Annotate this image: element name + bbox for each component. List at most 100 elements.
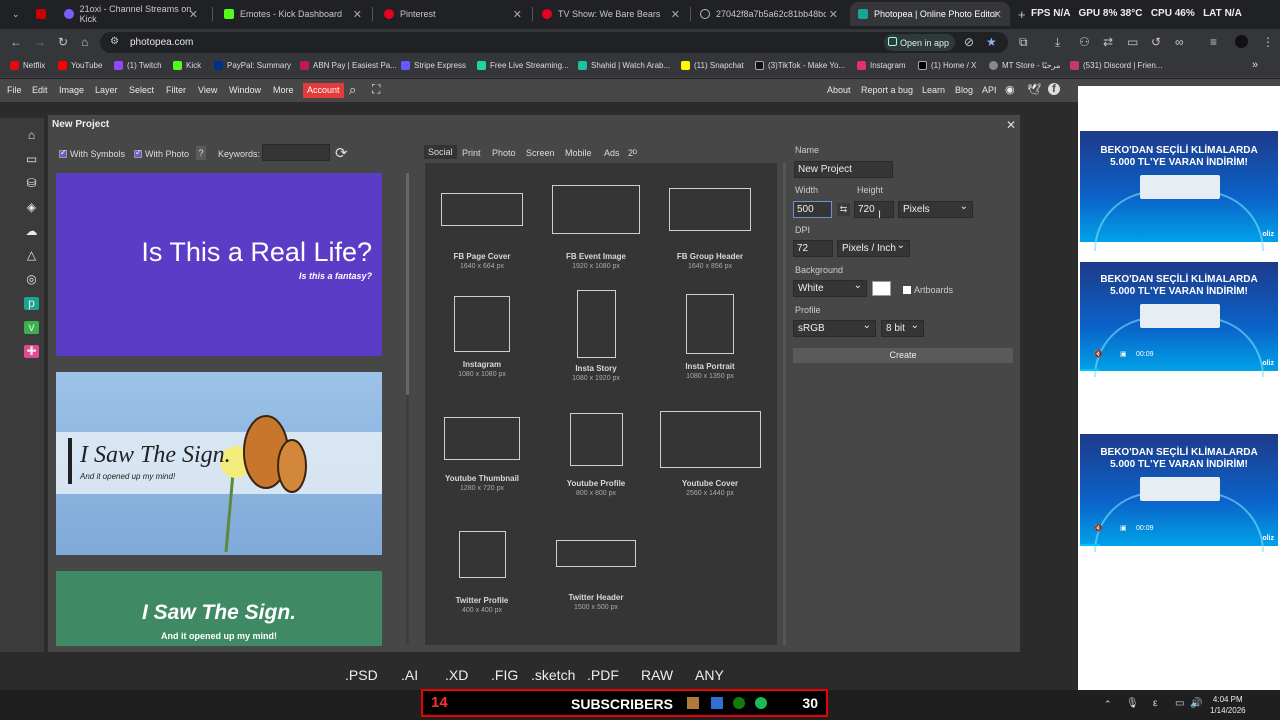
tab-print[interactable]: Print (462, 148, 481, 158)
bookmark-shahid[interactable]: Shahid | Watch Arab... (578, 61, 670, 70)
vectorpea-icon[interactable]: v (24, 321, 39, 334)
template-insta-portrait[interactable]: Insta Portrait 1080 x 1350 px (653, 294, 767, 380)
menu-more[interactable]: More (273, 85, 294, 95)
template-fb-page-cover[interactable]: FB Page Cover 1640 x 664 px (425, 193, 539, 270)
refresh-icon[interactable]: ⟳ (335, 144, 348, 162)
with-photo-checkbox[interactable]: With Photo (134, 148, 189, 159)
reddit-icon[interactable]: ◉ (1005, 83, 1015, 96)
bookmark-twitch[interactable]: (1) Twitch (114, 61, 162, 70)
url-text[interactable]: photopea.com (130, 37, 193, 48)
forward-icon[interactable]: → (34, 35, 46, 49)
bookmark-discord[interactable]: (531) Discord | Frien... (1070, 61, 1162, 70)
tab-mobile[interactable]: Mobile (565, 148, 592, 158)
history-icon[interactable]: ↺ (1151, 35, 1161, 49)
translate-icon[interactable]: ⇄ (1103, 35, 1113, 49)
close-icon[interactable]: ✕ (671, 8, 680, 21)
menu-file[interactable]: File (7, 85, 22, 95)
close-icon[interactable]: ✕ (993, 8, 1002, 21)
extensions-icon[interactable]: ⧉ (1019, 35, 1028, 50)
profile-avatar[interactable] (1235, 35, 1248, 48)
tab-hash[interactable]: 27042f8a7b5a62c81bb48bcd05✕ (692, 2, 846, 26)
tab-ads[interactable]: Ads (604, 148, 620, 158)
microphone-icon[interactable]: 🎙 (1126, 698, 1139, 709)
google-drive-icon[interactable]: △ (24, 249, 39, 262)
close-icon[interactable]: ✕ (513, 8, 522, 21)
tab-social[interactable]: Social (424, 145, 457, 159)
captions-icon[interactable]: ▣ (1120, 350, 1127, 358)
fullscreen-icon[interactable]: ⛶ (372, 82, 380, 97)
tab-2d[interactable]: 2ᴰ (628, 148, 637, 158)
captions-icon[interactable]: ▣ (1120, 524, 1127, 532)
bookmark-abn[interactable]: ABN Pay | Easiest Pa... (300, 61, 397, 70)
template-youtube-thumbnail[interactable]: Youtube Thumbnail 1280 x 720 px (425, 417, 539, 492)
name-input[interactable]: New Project (794, 161, 893, 178)
tab-pinterest[interactable]: Pinterest ✕ (376, 2, 530, 26)
link-icon[interactable]: ∞ (1175, 35, 1184, 49)
bookmark-snapchat[interactable]: (11) Snapchat (681, 61, 744, 70)
bookmark-kick[interactable]: Kick (173, 61, 201, 70)
template-preview-1[interactable]: Is This a Real Life? Is this a fantasy? (56, 173, 382, 356)
close-icon[interactable]: ✕ (353, 8, 362, 21)
artboards-checkbox[interactable]: Artboards (903, 285, 953, 295)
ad-video-3[interactable]: BEKO'DAN SEÇİLİ KLİMALARDA 5.000 TL'YE V… (1080, 434, 1278, 552)
menu-api[interactable]: API (982, 85, 997, 95)
search-icon[interactable]: ⌕ (349, 82, 356, 98)
photopea-icon[interactable]: p (24, 297, 39, 310)
ad-banner-1[interactable]: BEKO'DAN SEÇİLİ KLİMALARDA 5.000 TL'YE V… (1080, 131, 1278, 251)
bit-depth-select[interactable]: 8 bit (881, 318, 924, 337)
network-icon[interactable]: ▭ (1175, 698, 1184, 709)
tab-kick-channel[interactable]: 21oxi - Channel Streams on Kick ✕ (56, 2, 206, 26)
menu-edit[interactable]: Edit (32, 85, 48, 95)
controls-icon[interactable]: ⚇ (1079, 35, 1090, 49)
background-color-swatch[interactable] (872, 281, 891, 296)
home-icon[interactable]: ⌂ (81, 35, 88, 49)
bookmark-paypal[interactable]: PayPal: Summary (214, 61, 291, 70)
back-icon[interactable]: ← (10, 35, 22, 49)
bookmark-netflix[interactable]: Netflix (10, 61, 45, 70)
ad-video-2[interactable]: BEKO'DAN SEÇİLİ KLİMALARDA 5.000 TL'YE V… (1080, 262, 1278, 377)
bookmark-streaming[interactable]: Free Live Streaming... (477, 61, 569, 70)
link-dimensions-icon[interactable]: ⇆ (837, 203, 850, 216)
tab-photo[interactable]: Photo (492, 148, 516, 158)
bookmarks-more[interactable]: » (1252, 59, 1258, 71)
close-icon[interactable]: ✕ (829, 8, 838, 21)
site-info-icon[interactable]: ⚙ (110, 36, 119, 47)
drive-icon[interactable]: ⛁ (24, 177, 39, 190)
open-in-app-button[interactable]: Open in app (884, 34, 956, 51)
reload-icon[interactable]: ↻ (58, 35, 68, 49)
volume-icon[interactable]: 🔊 (1190, 698, 1202, 709)
menu-image[interactable]: Image (59, 85, 84, 95)
tab-list-button[interactable]: ⌄ (4, 2, 24, 26)
bookmark-x[interactable]: (1) Home / X (918, 61, 976, 70)
url-field[interactable]: ⚙ (100, 32, 1008, 53)
dpi-input[interactable]: 72 (793, 240, 833, 257)
language-icon[interactable]: ε (1153, 698, 1157, 709)
template-youtube-cover[interactable]: Youtube Cover 2560 x 1440 px (653, 411, 767, 497)
new-tab-button[interactable]: + (1010, 2, 1026, 26)
pixlr-icon[interactable]: ✚ (24, 345, 39, 358)
star-icon[interactable]: ★ (986, 35, 997, 49)
monitor-icon[interactable]: ▭ (24, 153, 39, 166)
template-grid-scrollbar[interactable] (783, 163, 786, 645)
system-clock[interactable]: 4:04 PM 1/14/2026 (1210, 694, 1246, 716)
template-twitter-profile[interactable]: Twitter Profile 400 x 400 px (425, 531, 539, 614)
reading-list-icon[interactable]: ≡ (1210, 35, 1217, 49)
template-preview-3[interactable]: I Saw The Sign. And it opened up my mind… (56, 571, 382, 646)
keywords-input[interactable] (262, 144, 330, 161)
template-preview-2[interactable]: I Saw The Sign. And it opened up my mind… (56, 372, 382, 555)
preview-scrollbar-thumb[interactable] (406, 173, 409, 395)
width-input[interactable]: 500 (793, 201, 832, 218)
template-fb-event-image[interactable]: FB Event Image 1920 x 1080 px (539, 185, 653, 270)
close-icon[interactable]: ✕ (189, 8, 198, 21)
chevron-up-icon[interactable]: ⌃ (1104, 699, 1112, 710)
close-icon[interactable]: ✕ (1006, 118, 1016, 132)
bookmark-stripe[interactable]: Stripe Express (401, 61, 466, 70)
background-select[interactable]: White (793, 278, 867, 297)
card-icon[interactable]: ▭ (1127, 35, 1138, 49)
account-button[interactable]: Account (303, 83, 344, 98)
cloud-icon[interactable]: ☁ (24, 225, 39, 238)
tab-pinned[interactable] (28, 2, 52, 26)
tab-screen[interactable]: Screen (526, 148, 555, 158)
eye-off-icon[interactable]: ⊘ (964, 35, 974, 49)
menu-about[interactable]: About (827, 85, 851, 95)
